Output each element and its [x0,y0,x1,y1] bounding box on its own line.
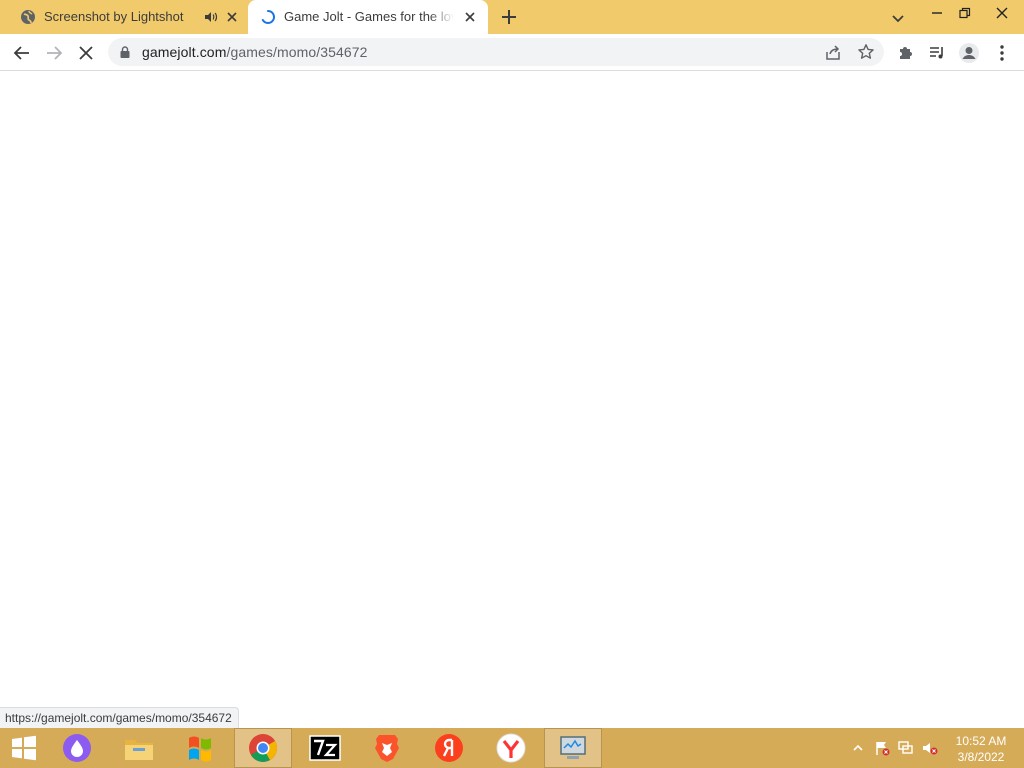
globe-icon [21,10,35,24]
arrow-right-icon [47,46,63,60]
volume-muted-icon[interactable] [922,740,938,756]
show-hidden-icons-chevron-up-icon[interactable] [850,740,866,756]
taskbar-7zip[interactable] [296,728,354,768]
tab-title: Game Jolt - Games for the love of [284,9,454,24]
restore-button[interactable] [948,0,982,26]
stop-loading-button[interactable] [74,41,98,65]
clock-time: 10:52 AM [955,734,1007,748]
tab-search-chevron-down-icon[interactable] [888,8,908,28]
taskbar-alice[interactable] [48,728,106,768]
taskbar-file-explorer[interactable] [110,728,168,768]
back-button[interactable] [10,41,34,65]
taskbar-yandex-browser[interactable] [482,728,540,768]
file-explorer-icon [125,740,153,760]
yandex-browser-icon [496,733,526,763]
bookmark-star-icon[interactable] [857,43,875,61]
loading-spinner-icon [261,10,275,24]
taskbar-system-monitor[interactable] [544,728,602,768]
close-window-button[interactable] [982,0,1022,26]
url-text[interactable]: gamejolt.com/games/momo/354672 [142,44,368,60]
system-clock[interactable]: 10:52 AM 3/8/2022 [946,733,1016,765]
7zip-icon [309,735,341,761]
address-bar[interactable]: gamejolt.com/games/momo/354672 [108,38,884,66]
status-url-bubble: https://gamejolt.com/games/momo/354672 [0,707,239,728]
restore-icon [959,7,971,19]
close-tab-icon[interactable] [224,9,240,25]
tab-screenshot-by-lightshot[interactable]: Screenshot by Lightshot [8,0,246,34]
profile-button[interactable] [957,41,981,65]
media-queue-icon [930,47,943,59]
kebab-menu-icon [1000,45,1004,61]
page-content[interactable] [0,71,1024,728]
stop-x-icon [79,46,93,60]
minimize-icon [932,12,942,14]
yandex-ya-icon [435,734,463,762]
speaker-icon[interactable] [204,10,218,24]
tab-strip: Screenshot by Lightshot Game Jolt - Game… [0,0,1024,34]
browser-toolbar: gamejolt.com/games/momo/354672 [0,34,1024,71]
lock-icon[interactable] [118,45,132,59]
new-tab-plus-icon[interactable] [498,6,520,28]
menu-button[interactable] [990,41,1014,65]
puzzle-piece-icon [900,47,912,59]
windows-start-icon [12,735,36,761]
url-path: /games/momo/354672 [226,44,368,60]
taskbar-brave[interactable] [358,728,416,768]
arrow-left-icon [13,46,29,60]
brave-icon [375,735,399,762]
action-center-flag-icon[interactable] [874,740,890,756]
clock-date: 3/8/2022 [957,750,1005,764]
network-icon[interactable] [898,740,914,756]
start-button[interactable] [0,728,48,768]
media-control-button[interactable] [925,41,949,65]
close-tab-icon[interactable] [462,9,478,25]
forward-button[interactable] [42,41,66,65]
windows-taskbar: 10:52 AM 3/8/2022 [0,728,1024,768]
close-icon [996,7,1008,19]
url-host: gamejolt.com [142,44,227,60]
windows-xp-icon [189,736,211,762]
chrome-icon [249,734,277,762]
taskbar-yandex[interactable] [420,728,478,768]
alice-assistant-icon [63,734,91,762]
avatar-icon [959,43,979,63]
extensions-button[interactable] [894,41,918,65]
tab-title: Screenshot by Lightshot [44,9,184,24]
share-icon[interactable] [824,44,842,62]
taskbar-chrome[interactable] [234,728,292,768]
tab-game-jolt[interactable]: Game Jolt - Games for the love of [248,0,488,34]
taskbar-windows-xp[interactable] [172,728,230,768]
system-monitor-icon [560,736,586,759]
